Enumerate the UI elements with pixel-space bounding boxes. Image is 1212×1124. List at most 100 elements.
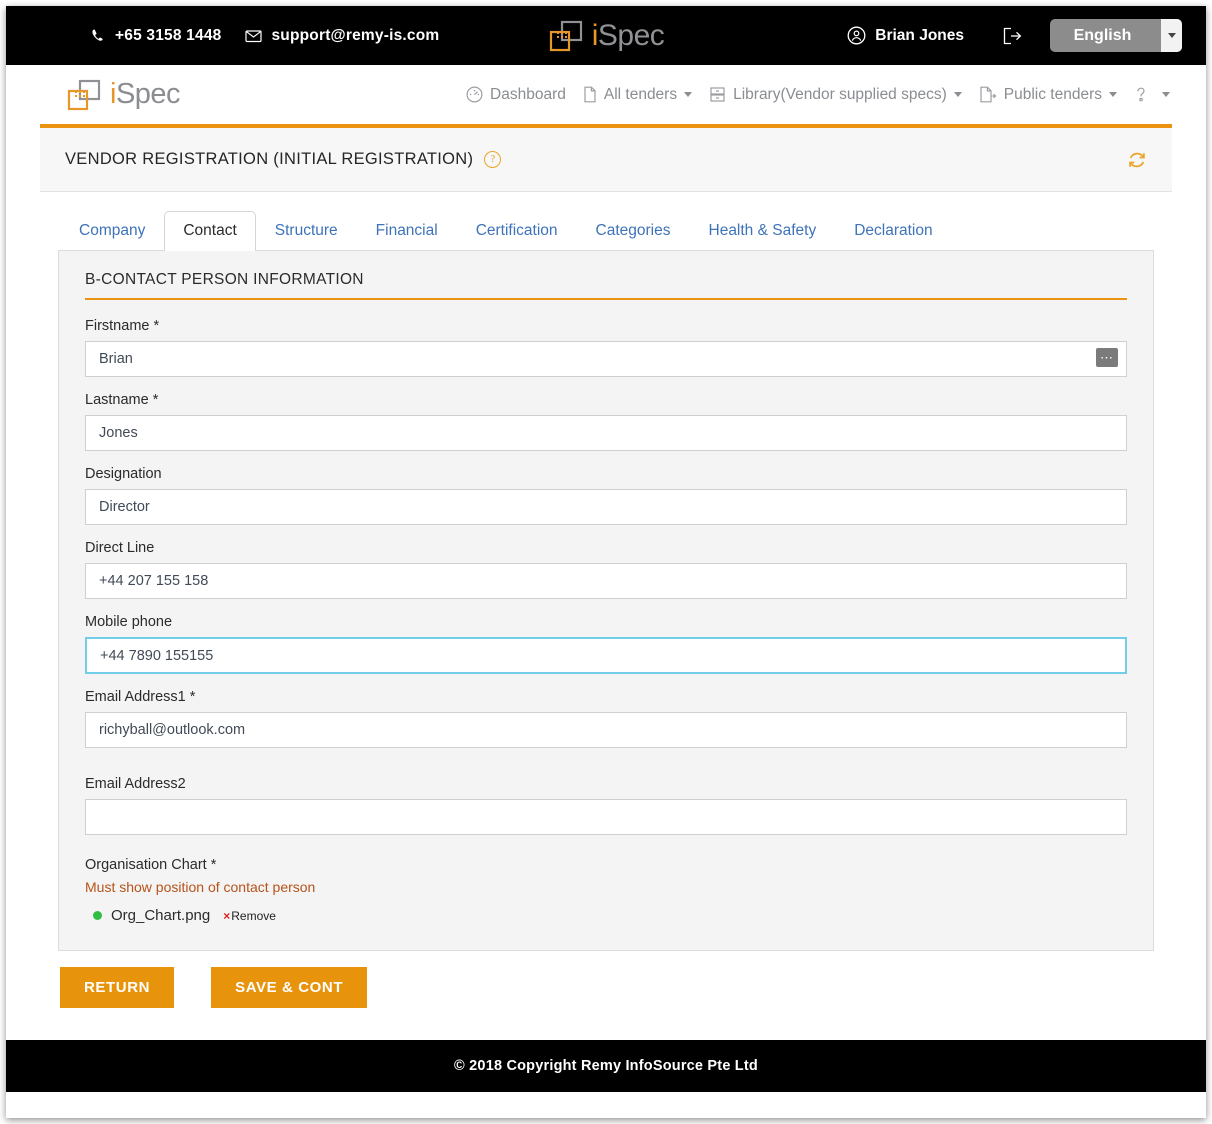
firstname-label: Firstname *: [85, 318, 160, 334]
tab-company[interactable]: Company: [60, 211, 164, 251]
email1-label: Email Address1 *: [85, 689, 196, 705]
page-title: VENDOR REGISTRATION (INITIAL REGISTRATIO…: [65, 150, 474, 168]
tab-label: Company: [79, 222, 146, 239]
nav-item-label: Dashboard: [490, 85, 566, 103]
email1-input[interactable]: [85, 712, 1127, 748]
mobile-phone-label: Mobile phone: [85, 614, 173, 630]
logo-word-spec: Spec: [115, 78, 181, 110]
language-selector[interactable]: English: [1050, 19, 1182, 52]
phone-number[interactable]: +65 3158 1448: [115, 27, 221, 45]
tab-label: Categories: [595, 222, 671, 239]
direct-line-label: Direct Line: [85, 540, 155, 556]
nav-item-label: Library(Vendor supplied specs): [733, 85, 947, 103]
dashboard-gauge-icon: [466, 86, 483, 103]
current-user-name[interactable]: Brian Jones: [875, 27, 964, 45]
logout-icon[interactable]: [1002, 27, 1022, 45]
remove-label: Remove: [231, 908, 276, 923]
tab-categories[interactable]: Categories: [577, 211, 690, 251]
browser-window: +65 3158 1448 support@remy-is.com iSpec …: [6, 6, 1206, 1118]
close-icon: ×: [223, 908, 231, 923]
organisation-chart-label: Organisation Chart *: [85, 857, 217, 873]
tab-label: Contact: [183, 222, 237, 239]
nav-item-label: Public tenders: [1003, 85, 1102, 103]
content-area: VENDOR REGISTRATION (INITIAL REGISTRATIO…: [6, 124, 1206, 1030]
tab-label: Certification: [475, 222, 558, 239]
help-icon[interactable]: ?: [484, 151, 502, 168]
tab-declaration[interactable]: Declaration: [835, 211, 951, 251]
uploaded-file-name: Org_Chart.png: [111, 907, 211, 924]
ispec-logo-text-nav: iSpec: [110, 78, 181, 111]
tab-label: Declaration: [854, 222, 933, 239]
contact-form-panel: B-CONTACT PERSON INFORMATION Firstname *…: [58, 250, 1154, 951]
tab-certification[interactable]: Certification: [457, 211, 577, 251]
language-dropdown-arrow[interactable]: [1161, 19, 1182, 52]
direct-line-input[interactable]: [85, 563, 1127, 599]
nav-item-public-tenders[interactable]: Public tenders: [979, 86, 1117, 104]
chevron-down-icon: [684, 92, 693, 97]
chevron-down-icon: [1162, 92, 1170, 97]
copyright-text: © 2018 Copyright Remy InfoSource Pte Ltd: [454, 1058, 758, 1074]
chevron-down-icon: [1109, 92, 1117, 97]
language-selected-value: English: [1073, 26, 1132, 44]
lastname-input[interactable]: [85, 415, 1127, 451]
return-button[interactable]: RETURN: [60, 967, 175, 1008]
nav-item-all-tenders[interactable]: All tenders: [583, 85, 693, 104]
field-firstname: Firstname * ⋯: [85, 318, 1127, 377]
page-header-band: VENDOR REGISTRATION (INITIAL REGISTRATIO…: [40, 124, 1172, 192]
field-email2: Email Address2: [85, 776, 1127, 835]
save-and-continue-button[interactable]: SAVE & CONT: [211, 967, 368, 1008]
field-direct-line: Direct Line: [85, 540, 1127, 599]
ispec-logo-mark-icon: [67, 79, 101, 110]
field-designation: Designation: [85, 466, 1127, 525]
organisation-chart-hint: Must show position of contact person: [85, 879, 316, 895]
file-status-dot-icon: [93, 911, 102, 920]
support-email[interactable]: support@remy-is.com: [271, 27, 439, 45]
autofill-icon[interactable]: ⋯: [1096, 348, 1118, 367]
designation-input[interactable]: [85, 489, 1127, 525]
contact-info-group: +65 3158 1448 support@remy-is.com: [90, 27, 439, 45]
remove-file-button[interactable]: × Remove: [223, 909, 276, 923]
nav-item-library[interactable]: Library(Vendor supplied specs): [709, 86, 962, 104]
firstname-input[interactable]: [85, 341, 1127, 377]
mail-icon: [245, 29, 263, 43]
tab-structure[interactable]: Structure: [256, 211, 357, 251]
email2-input[interactable]: [85, 799, 1127, 835]
nav-item-dashboard[interactable]: Dashboard: [466, 86, 566, 104]
tab-financial[interactable]: Financial: [357, 211, 457, 251]
ispec-logo-top[interactable]: iSpec: [548, 19, 665, 53]
tab-contact[interactable]: Contact: [164, 211, 256, 251]
refresh-icon[interactable]: [1126, 149, 1148, 171]
mobile-phone-input[interactable]: [85, 637, 1127, 674]
form-section-title: B-CONTACT PERSON INFORMATION: [85, 271, 1127, 300]
tab-label: Structure: [274, 222, 338, 239]
tab-label: Financial: [375, 222, 438, 239]
nav-item-help[interactable]: [1134, 86, 1170, 104]
nav-menu: Dashboard All tenders Library(Vendor sup…: [466, 86, 1170, 104]
uploaded-file-row: Org_Chart.png × Remove: [85, 907, 1127, 924]
ispec-logo-nav[interactable]: iSpec: [66, 78, 181, 112]
topbar-right-group: Brian Jones English: [847, 19, 1182, 52]
caret-down-icon: [1167, 33, 1176, 38]
utility-topbar: +65 3158 1448 support@remy-is.com iSpec …: [6, 6, 1206, 65]
document-icon: [583, 86, 597, 103]
user-circle-icon: [847, 26, 866, 45]
question-mark-icon: [1134, 86, 1148, 104]
ispec-logo-mark-icon: [549, 20, 582, 51]
logo-word-spec: Spec: [597, 18, 665, 52]
ispec-logo-text-top: iSpec: [592, 19, 665, 53]
page-footer: © 2018 Copyright Remy InfoSource Pte Ltd: [6, 1040, 1206, 1092]
tab-list: Company Contact Structure Financial Cert…: [60, 210, 1172, 251]
organisation-chart-upload: Organisation Chart * Must show position …: [85, 857, 1127, 924]
lastname-label: Lastname *: [85, 392, 159, 408]
nav-item-label: All tenders: [603, 85, 678, 103]
chevron-down-icon: [953, 92, 962, 97]
field-email1: Email Address1 *: [85, 689, 1127, 748]
email2-label: Email Address2: [85, 776, 186, 792]
main-navbar: iSpec Dashboard All tenders Library(Vend…: [6, 65, 1206, 124]
field-mobile-phone: Mobile phone: [85, 614, 1127, 674]
form-actions: RETURN SAVE & CONT: [40, 951, 1172, 1030]
document-arrow-icon: [979, 86, 997, 103]
tab-label: Health & Safety: [708, 222, 817, 239]
library-drawer-icon: [709, 86, 726, 103]
tab-health-safety[interactable]: Health & Safety: [690, 211, 836, 251]
